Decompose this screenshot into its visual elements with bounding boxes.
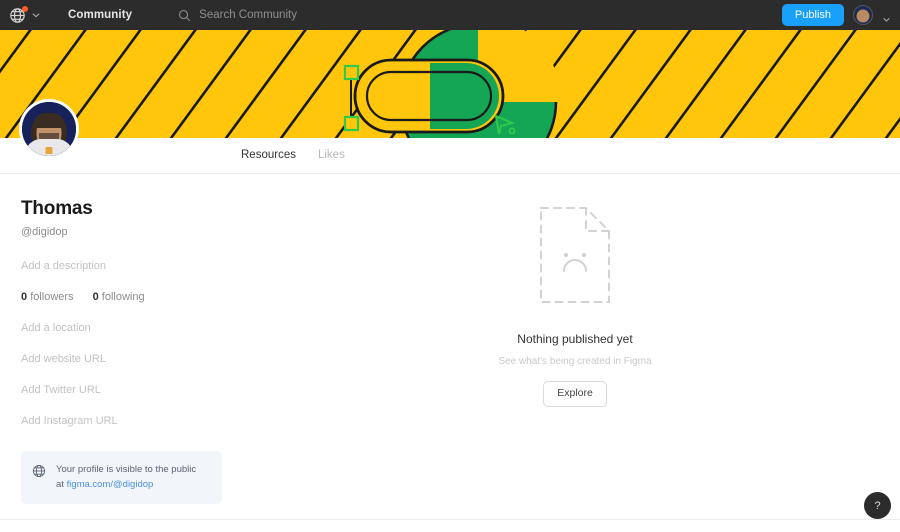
explore-button[interactable]: Explore — [543, 381, 607, 407]
account-avatar[interactable] — [853, 5, 873, 25]
followers-label: followers — [30, 290, 74, 303]
add-location-field[interactable]: Add a location — [21, 322, 236, 334]
profile-stats: 0 followers 0 following — [21, 291, 236, 303]
search-icon — [178, 9, 191, 22]
empty-state: Nothing published yet See what's being c… — [430, 205, 720, 407]
community-label[interactable]: Community — [68, 9, 132, 21]
empty-state-title: Nothing published yet — [517, 332, 633, 346]
empty-state-subtitle: See what's being created in Figma — [498, 356, 652, 367]
profile-avatar[interactable] — [19, 99, 79, 159]
profile-name: Thomas — [21, 198, 93, 219]
profile-banner[interactable] — [0, 30, 900, 138]
tab-likes[interactable]: Likes — [318, 149, 345, 162]
followers-stat[interactable]: 0 followers — [21, 291, 74, 303]
profile-handle: @digidop — [21, 225, 68, 238]
top-navigation-bar: Community Publish — [0, 0, 900, 30]
avatar-face — [856, 9, 870, 23]
account-chevron-down-icon[interactable] — [882, 11, 891, 22]
visibility-line-2-prefix: at — [56, 478, 67, 490]
topbar-right-group: Publish — [781, 3, 900, 27]
following-stat[interactable]: 0 following — [93, 291, 145, 303]
empty-document-sad-face-icon — [538, 205, 612, 305]
search-input[interactable] — [199, 9, 420, 21]
following-count: 0 — [92, 290, 99, 303]
help-button[interactable]: ? — [864, 492, 891, 519]
add-instagram-url-field[interactable]: Add Instagram URL — [21, 415, 236, 427]
search-bar[interactable] — [178, 9, 420, 22]
followers-count: 0 — [21, 290, 28, 303]
visibility-text: Your profile is visible to the public at… — [56, 463, 196, 492]
tab-resources[interactable]: Resources — [241, 149, 296, 162]
add-website-url-field[interactable]: Add website URL — [21, 353, 236, 365]
avatar-shirt-badge — [45, 147, 53, 154]
notification-dot — [22, 5, 28, 12]
globe-icon[interactable] — [9, 5, 28, 24]
figma-community-profile-page: Community Publish — [0, 0, 900, 532]
profile-info-panel: Thomas @digidop Add a description 0 foll… — [21, 198, 236, 505]
profile-visibility-notice: Your profile is visible to the public at… — [21, 450, 222, 505]
profile-url-link[interactable]: figma.com/@digidop — [67, 479, 154, 490]
visibility-line-1: Your profile is visible to the public — [56, 463, 197, 475]
chevron-down-icon[interactable] — [31, 10, 41, 20]
add-description-field[interactable]: Add a description — [21, 260, 236, 272]
avatar-hair-top — [33, 113, 65, 128]
following-label: following — [101, 290, 145, 303]
globe-icon — [32, 464, 46, 478]
publish-button[interactable]: Publish — [781, 3, 844, 27]
profile-tabs: Resources Likes — [0, 138, 900, 174]
topbar-left-group: Community — [0, 5, 420, 24]
footer-divider — [0, 519, 900, 520]
add-twitter-url-field[interactable]: Add Twitter URL — [21, 384, 236, 396]
